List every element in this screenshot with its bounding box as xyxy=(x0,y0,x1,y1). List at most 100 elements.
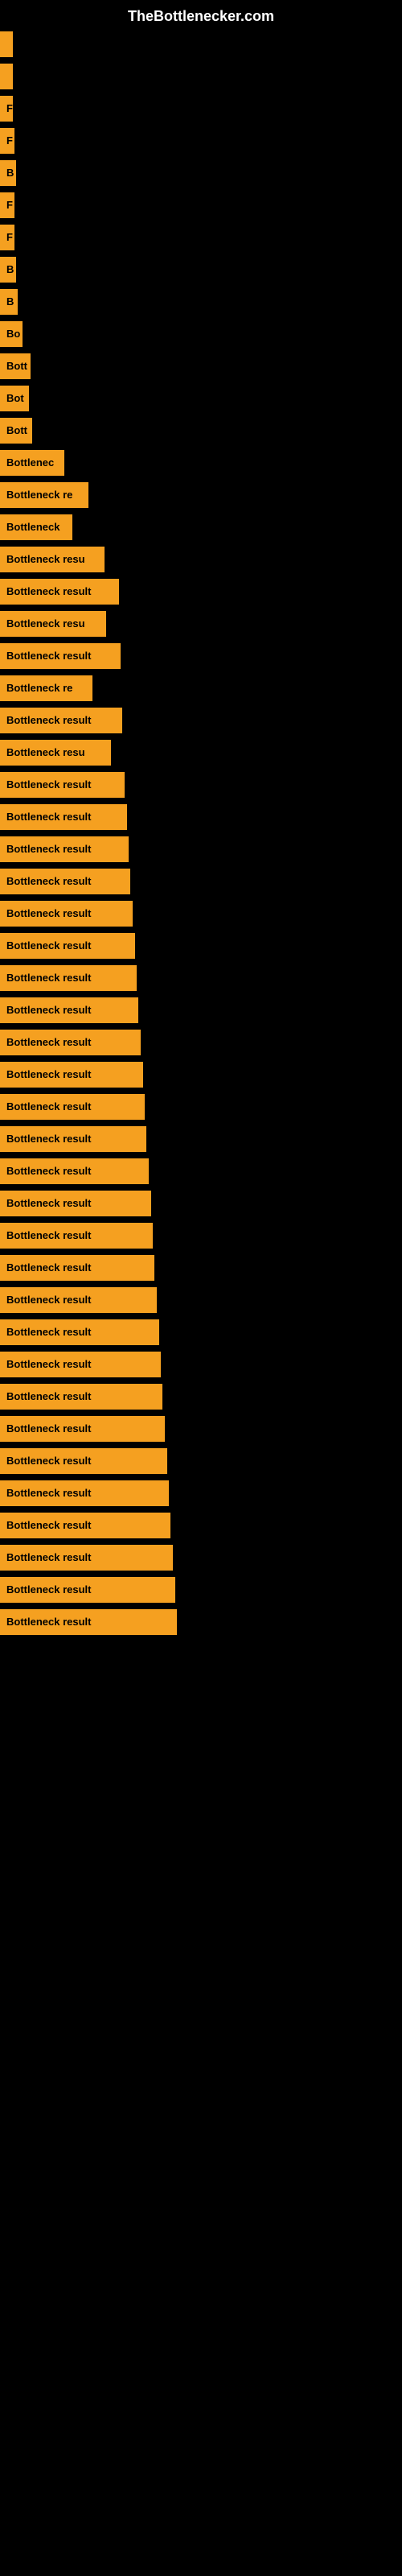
bar-item: B xyxy=(0,254,402,285)
bar-item: Bottleneck result xyxy=(0,802,402,832)
bar-label: B xyxy=(0,289,18,315)
bar-label: Bottleneck result xyxy=(0,1223,153,1249)
bar-label xyxy=(0,64,13,89)
bar-label: Bottleneck result xyxy=(0,1352,161,1377)
bar-item: Bot xyxy=(0,383,402,414)
bar-item: Bottleneck result xyxy=(0,1607,402,1637)
bar-item: Bottleneck result xyxy=(0,963,402,993)
bar-item xyxy=(0,61,402,92)
bar-item: B xyxy=(0,158,402,188)
bar-item: Bottleneck result xyxy=(0,1092,402,1122)
bar-label: Bottleneck result xyxy=(0,1577,175,1603)
bar-label: Bo xyxy=(0,321,23,347)
bar-label: Bottleneck re xyxy=(0,675,92,701)
bar-container: FFBFFBBBoBottBotBottBottlenecBottleneck … xyxy=(0,29,402,1637)
bar-label: Bottleneck result xyxy=(0,1609,177,1635)
bar-item: Bottleneck re xyxy=(0,480,402,510)
bar-label: Bottleneck result xyxy=(0,772,125,798)
bar-label xyxy=(0,31,13,57)
bar-label: Bottleneck resu xyxy=(0,547,105,572)
bar-label: Bottleneck result xyxy=(0,1062,143,1088)
bar-label: Bottleneck result xyxy=(0,965,137,991)
bar-label: Bottleneck result xyxy=(0,933,135,959)
bar-item: Bott xyxy=(0,351,402,382)
bar-label: Bottleneck result xyxy=(0,643,121,669)
bar-label: Bottleneck result xyxy=(0,1255,154,1281)
bar-item: Bottleneck resu xyxy=(0,737,402,768)
bar-label: B xyxy=(0,160,16,186)
bar-label: Bottleneck re xyxy=(0,482,88,508)
bar-item: Bottleneck re xyxy=(0,673,402,704)
bar-label: Bottleneck resu xyxy=(0,611,106,637)
bar-item: Bottleneck result xyxy=(0,1124,402,1154)
bar-item: Bottleneck result xyxy=(0,576,402,607)
bar-item: B xyxy=(0,287,402,317)
bar-label: Bottleneck result xyxy=(0,1126,146,1152)
bar-item: Bottleneck result xyxy=(0,1542,402,1573)
bar-item: Bottleneck result xyxy=(0,931,402,961)
bar-label: Bottleneck result xyxy=(0,1287,157,1313)
bar-item: F xyxy=(0,222,402,253)
bar-label: Bot xyxy=(0,386,29,411)
bar-label: Bottleneck result xyxy=(0,1094,145,1120)
bar-label: Bottleneck resu xyxy=(0,740,111,766)
bar-item: Bottleneck xyxy=(0,512,402,543)
bar-item: Bott xyxy=(0,415,402,446)
bar-item: Bottleneck result xyxy=(0,1188,402,1219)
bar-label: Bottleneck result xyxy=(0,804,127,830)
bar-label: Bottleneck result xyxy=(0,1416,165,1442)
bar-item: Bo xyxy=(0,319,402,349)
bar-item xyxy=(0,29,402,60)
bar-label: Bottleneck result xyxy=(0,1384,162,1410)
bar-item: Bottleneck result xyxy=(0,1285,402,1315)
bar-item: Bottleneck result xyxy=(0,1381,402,1412)
bar-item: Bottleneck result xyxy=(0,1414,402,1444)
bar-item: Bottleneck result xyxy=(0,866,402,897)
bar-item: Bottleneck result xyxy=(0,1446,402,1476)
bar-label: Bottleneck result xyxy=(0,1319,159,1345)
bar-label: F xyxy=(0,128,14,154)
bar-label: Bottleneck xyxy=(0,514,72,540)
bar-item: Bottleneck result xyxy=(0,1220,402,1251)
bar-item: Bottleneck resu xyxy=(0,609,402,639)
bar-item: Bottleneck resu xyxy=(0,544,402,575)
bar-item: Bottleneck result xyxy=(0,1253,402,1283)
bar-item: F xyxy=(0,93,402,124)
bar-item: Bottleneck result xyxy=(0,705,402,736)
bar-label: B xyxy=(0,257,16,283)
bar-item: Bottleneck result xyxy=(0,834,402,865)
bar-label: Bottleneck result xyxy=(0,1545,173,1571)
bar-label: Bott xyxy=(0,418,32,444)
bar-label: Bottleneck result xyxy=(0,708,122,733)
bar-item: F xyxy=(0,190,402,221)
bar-label: Bottleneck result xyxy=(0,836,129,862)
bar-item: Bottleneck result xyxy=(0,1510,402,1541)
site-title: TheBottlenecker.com xyxy=(0,0,402,29)
bar-label: Bottleneck result xyxy=(0,1191,151,1216)
bar-item: F xyxy=(0,126,402,156)
bar-item: Bottlenec xyxy=(0,448,402,478)
bar-label: Bottleneck result xyxy=(0,1448,167,1474)
bar-item: Bottleneck result xyxy=(0,1156,402,1187)
bar-label: Bottleneck result xyxy=(0,1158,149,1184)
bar-label: Bottleneck result xyxy=(0,579,119,605)
bar-label: Bottleneck result xyxy=(0,869,130,894)
bar-label: Bott xyxy=(0,353,31,379)
bar-label: Bottleneck result xyxy=(0,1513,170,1538)
bar-item: Bottleneck result xyxy=(0,1027,402,1058)
bar-item: Bottleneck result xyxy=(0,1478,402,1509)
bar-label: F xyxy=(0,192,14,218)
bar-item: Bottleneck result xyxy=(0,1349,402,1380)
bar-item: Bottleneck result xyxy=(0,995,402,1026)
bar-label: Bottleneck result xyxy=(0,901,133,927)
bar-label: F xyxy=(0,225,14,250)
bar-label: Bottlenec xyxy=(0,450,64,476)
bar-item: Bottleneck result xyxy=(0,770,402,800)
bar-item: Bottleneck result xyxy=(0,1575,402,1605)
bar-label: F xyxy=(0,96,13,122)
bar-label: Bottleneck result xyxy=(0,1030,141,1055)
bar-item: Bottleneck result xyxy=(0,898,402,929)
bar-item: Bottleneck result xyxy=(0,641,402,671)
bar-item: Bottleneck result xyxy=(0,1059,402,1090)
bar-item: Bottleneck result xyxy=(0,1317,402,1348)
